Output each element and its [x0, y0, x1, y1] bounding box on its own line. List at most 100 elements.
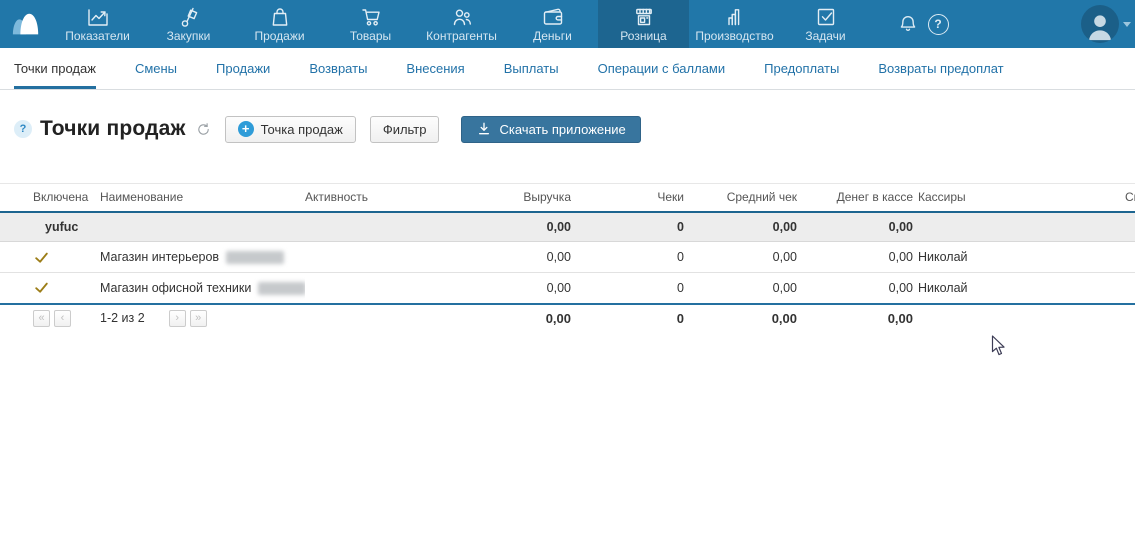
cell-checks: 0 — [571, 273, 684, 304]
column-header-cash[interactable]: Денег в кассе — [797, 184, 913, 212]
chart-line-icon — [86, 5, 110, 29]
table-row[interactable]: Магазин офисной техники 0,00 0 0,00 0,00… — [0, 273, 1135, 304]
nav-item-label: Показатели — [65, 30, 130, 43]
task-check-icon — [814, 5, 838, 29]
user-silhouette-icon — [1083, 9, 1117, 43]
filter-button[interactable]: Фильтр — [370, 116, 440, 143]
table-header-row: Включена Наименование Активность Выручка… — [0, 184, 1135, 212]
nav-item-label: Производство — [695, 30, 773, 43]
column-header-sync[interactable]: Си — [1120, 184, 1135, 212]
pos-name[interactable]: Магазин интерьеров — [100, 250, 219, 264]
handtruck-icon — [177, 5, 201, 29]
column-header-enabled[interactable]: Включена — [0, 184, 100, 212]
retail-section-tabs: Точки продаж Смены Продажи Возвраты Внес… — [0, 48, 1135, 90]
group-checks: 0 — [571, 212, 684, 242]
pagination-next-button[interactable]: › — [169, 310, 186, 327]
download-app-button[interactable]: Скачать приложение — [461, 116, 640, 143]
points-of-sale-table: Включена Наименование Активность Выручка… — [0, 183, 1135, 332]
group-avg-check: 0,00 — [684, 212, 797, 242]
column-header-cashiers[interactable]: Кассиры — [913, 184, 1120, 212]
nav-item-production[interactable]: Производство — [689, 0, 780, 48]
top-navigation-bar: Показатели Закупки Продажи Товары — [0, 0, 1135, 48]
nav-item-label: Товары — [350, 30, 391, 43]
cell-revenue: 0,00 — [440, 273, 571, 304]
column-header-activity[interactable]: Активность — [305, 184, 440, 212]
cell-avg-check: 0,00 — [684, 273, 797, 304]
column-header-checks[interactable]: Чеки — [571, 184, 684, 212]
redacted-text — [226, 251, 284, 264]
column-header-name[interactable]: Наименование — [100, 184, 305, 212]
enabled-check-icon — [33, 249, 50, 266]
nav-item-purchases[interactable]: Закупки — [143, 0, 234, 48]
add-point-of-sale-label: Точка продаж — [261, 122, 343, 137]
cell-avg-check: 0,00 — [684, 242, 797, 273]
total-avg-check: 0,00 — [684, 304, 797, 332]
enabled-check-icon — [33, 279, 50, 296]
main-menu: Показатели Закупки Продажи Товары — [52, 0, 871, 48]
cell-checks: 0 — [571, 242, 684, 273]
account-menu[interactable] — [1081, 0, 1131, 48]
page-header: ? Точки продаж + Точка продаж Фильтр Ска… — [14, 114, 1135, 144]
nav-item-label: Закупки — [167, 30, 211, 43]
cell-cashiers: Николай — [913, 242, 1120, 273]
cell-revenue: 0,00 — [440, 242, 571, 273]
page-title: Точки продаж — [40, 117, 186, 141]
add-point-of-sale-button[interactable]: + Точка продаж — [225, 116, 356, 143]
group-row[interactable]: yufuc 0,00 0 0,00 0,00 — [0, 212, 1135, 242]
nav-item-sales[interactable]: Продажи — [234, 0, 325, 48]
group-revenue: 0,00 — [440, 212, 571, 242]
tab-sales[interactable]: Продажи — [216, 48, 270, 89]
nav-item-label: Розница — [620, 30, 666, 43]
tab-bonus-operations[interactable]: Операции с баллами — [598, 48, 726, 89]
bell-icon — [897, 13, 919, 35]
bar-chart-icon — [723, 5, 747, 29]
people-icon — [450, 5, 474, 29]
moysklad-logo-icon — [7, 9, 45, 39]
pagination-last-button[interactable]: » — [190, 310, 207, 327]
chevron-down-icon — [1123, 22, 1131, 27]
pagination-prev-button[interactable]: ‹ — [54, 310, 71, 327]
plus-icon: + — [238, 121, 254, 137]
column-header-avg-check[interactable]: Средний чек — [684, 184, 797, 212]
wallet-icon — [541, 5, 565, 29]
pagination: « ‹ 1-2 из 2 › » — [0, 310, 440, 327]
column-header-revenue[interactable]: Выручка — [440, 184, 571, 212]
pagination-range: 1-2 из 2 — [100, 311, 145, 325]
pagination-first-button[interactable]: « — [33, 310, 50, 327]
tab-prepayment-returns[interactable]: Возвраты предоплат — [878, 48, 1003, 89]
nav-item-retail[interactable]: Розница — [598, 0, 689, 48]
group-name: yufuc — [0, 212, 440, 242]
app-window: Показатели Закупки Продажи Товары — [0, 0, 1135, 535]
tab-points-of-sale[interactable]: Точки продаж — [14, 48, 96, 89]
cell-cashiers: Николай — [913, 273, 1120, 304]
nav-item-label: Задачи — [805, 30, 845, 43]
app-logo[interactable] — [0, 0, 52, 48]
nav-item-money[interactable]: Деньги — [507, 0, 598, 48]
table-row[interactable]: Магазин интерьеров 0,00 0 0,00 0,00 Нико… — [0, 242, 1135, 273]
tab-payouts[interactable]: Выплаты — [504, 48, 559, 89]
totals-row: « ‹ 1-2 из 2 › » 0,00 0 0,00 0,00 — [0, 304, 1135, 332]
filter-label: Фильтр — [383, 122, 427, 137]
shopping-bag-icon — [268, 5, 292, 29]
storefront-icon — [632, 5, 656, 29]
refresh-icon — [196, 122, 211, 137]
help-button[interactable]: ? — [923, 0, 953, 48]
notifications-button[interactable] — [893, 0, 923, 48]
nav-item-goods[interactable]: Товары — [325, 0, 416, 48]
tab-prepayments[interactable]: Предоплаты — [764, 48, 839, 89]
download-icon — [476, 121, 492, 137]
tab-shifts[interactable]: Смены — [135, 48, 177, 89]
refresh-button[interactable] — [196, 122, 211, 137]
tab-returns[interactable]: Возвраты — [309, 48, 367, 89]
cart-icon — [359, 5, 383, 29]
tab-deposits[interactable]: Внесения — [406, 48, 464, 89]
download-app-label: Скачать приложение — [499, 122, 625, 137]
nav-item-label: Контрагенты — [426, 30, 497, 43]
nav-item-tasks[interactable]: Задачи — [780, 0, 871, 48]
pos-name[interactable]: Магазин офисной техники — [100, 281, 251, 295]
cell-cash: 0,00 — [797, 273, 913, 304]
page-help-icon[interactable]: ? — [14, 120, 32, 138]
group-cash: 0,00 — [797, 212, 913, 242]
nav-item-counterparties[interactable]: Контрагенты — [416, 0, 507, 48]
nav-item-indicators[interactable]: Показатели — [52, 0, 143, 48]
